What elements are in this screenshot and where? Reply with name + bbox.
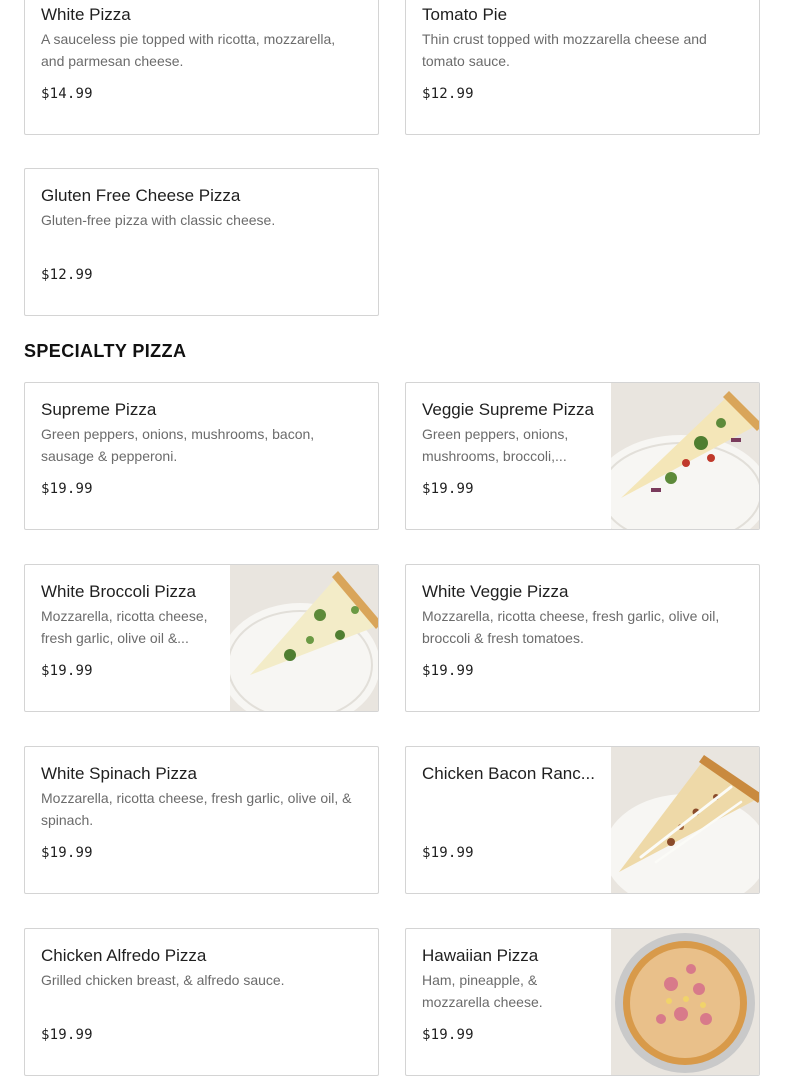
item-price: $19.99	[422, 845, 474, 861]
item-price: $19.99	[422, 1027, 474, 1043]
menu-item-white-spinach-pizza[interactable]: White Spinach Pizza Mozzarella, ricotta …	[24, 746, 379, 894]
menu-item-hawaiian-pizza[interactable]: Hawaiian Pizza Ham, pineapple, & mozzare…	[405, 928, 760, 1076]
item-name: Veggie Supreme Pizza	[422, 400, 594, 419]
menu-item-chicken-alfredo-pizza[interactable]: Chicken Alfredo Pizza Grilled chicken br…	[24, 928, 379, 1076]
menu-item-gluten-free-cheese-pizza[interactable]: Gluten Free Cheese Pizza Gluten-free piz…	[24, 168, 379, 316]
item-price: $14.99	[41, 86, 93, 102]
section-title-specialty-pizza: SPECIALTY PIZZA	[24, 341, 187, 361]
item-description: Ham, pineapple, & mozzarella cheese.	[422, 972, 543, 1010]
item-description: Grilled chicken breast, & alfredo sauce.	[41, 972, 285, 988]
whole-pizza-image	[611, 929, 759, 1075]
item-name: Chicken Alfredo Pizza	[41, 946, 207, 965]
menu-item-tomato-pie[interactable]: Tomato Pie Thin crust topped with mozzar…	[405, 0, 760, 135]
item-price: $12.99	[41, 267, 93, 283]
item-price: $19.99	[41, 845, 93, 861]
item-description: Green peppers, onions, mushrooms, brocco…	[422, 426, 569, 464]
item-description: Mozzarella, ricotta cheese, fresh garlic…	[41, 790, 352, 828]
menu-item-supreme-pizza[interactable]: Supreme Pizza Green peppers, onions, mus…	[24, 382, 379, 530]
menu-item-white-veggie-pizza[interactable]: White Veggie Pizza Mozzarella, ricotta c…	[405, 564, 760, 712]
item-description: Thin crust topped with mozzarella cheese…	[422, 31, 707, 69]
item-price: $19.99	[41, 1027, 93, 1043]
pizza-slice-image	[230, 565, 378, 711]
menu-item-veggie-supreme-pizza[interactable]: Veggie Supreme Pizza Green peppers, onio…	[405, 382, 760, 530]
pizza-slice-image	[611, 747, 759, 893]
menu-item-white-pizza[interactable]: White Pizza A sauceless pie topped with …	[24, 0, 379, 135]
item-description: Mozzarella, ricotta cheese, fresh garlic…	[422, 608, 720, 646]
item-name: Supreme Pizza	[41, 400, 157, 419]
item-name: White Spinach Pizza	[41, 764, 197, 783]
item-price: $19.99	[422, 481, 474, 497]
item-name: Tomato Pie	[422, 5, 508, 24]
item-price: $19.99	[422, 663, 474, 679]
item-description: A sauceless pie topped with ricotta, moz…	[41, 31, 336, 69]
menu-item-chicken-bacon-ranch-pizza[interactable]: Chicken Bacon Ranc... $19.99	[405, 746, 760, 894]
item-name: White Pizza	[41, 5, 131, 24]
pizza-slice-image	[611, 383, 759, 529]
item-name: Gluten Free Cheese Pizza	[41, 186, 241, 205]
item-name: Chicken Bacon Ranc...	[422, 764, 595, 783]
item-name: White Veggie Pizza	[422, 582, 569, 601]
item-description: Gluten-free pizza with classic cheese.	[41, 212, 276, 228]
item-description: Green peppers, onions, mushrooms, bacon,…	[41, 426, 315, 464]
item-name: White Broccoli Pizza	[41, 582, 196, 601]
item-description: Mozzarella, ricotta cheese, fresh garlic…	[41, 608, 208, 646]
item-price: $12.99	[422, 86, 474, 102]
item-price: $19.99	[41, 481, 93, 497]
item-name: Hawaiian Pizza	[422, 946, 539, 965]
menu-item-white-broccoli-pizza[interactable]: White Broccoli Pizza Mozzarella, ricotta…	[24, 564, 379, 712]
item-price: $19.99	[41, 663, 93, 679]
